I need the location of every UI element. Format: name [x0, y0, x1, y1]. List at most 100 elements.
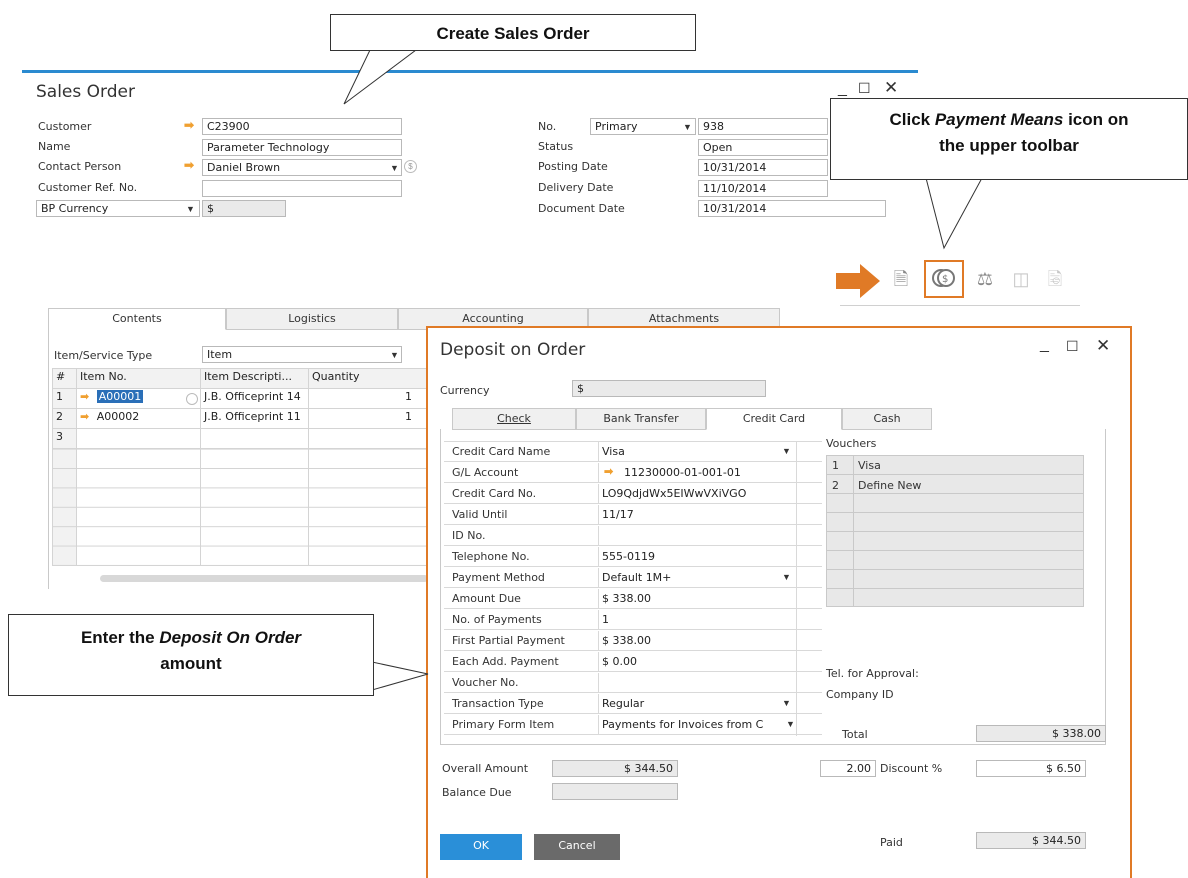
balance-due-label: Balance Due [442, 786, 512, 799]
voucher-row-name[interactable]: Define New [858, 479, 921, 492]
name-field[interactable]: Parameter Technology [202, 139, 402, 156]
no-label: No. [538, 120, 557, 133]
table-row-empty[interactable] [77, 429, 201, 449]
grid-row-description[interactable]: J.B. Officeprint 14 [201, 389, 309, 409]
company-id-label: Company ID [826, 688, 894, 701]
item-link-arrow-icon[interactable]: ➡ [80, 410, 89, 423]
tab-contents[interactable]: Contents [48, 308, 226, 330]
grid-header-quantity: Quantity [309, 369, 427, 389]
paid-field: $ 344.50 [976, 832, 1086, 849]
deposit-maximize-icon[interactable]: ☐ [1066, 338, 1079, 355]
cc-row-card-name[interactable]: Credit Card Name Visa ▼ [444, 442, 822, 462]
tab-cash[interactable]: Cash [842, 408, 932, 430]
customer-ref-field[interactable] [202, 180, 402, 197]
table-row-empty[interactable] [309, 429, 427, 449]
discount-percent-field[interactable]: 2.00 [820, 760, 876, 777]
deposit-callout-pointer [372, 661, 429, 691]
customer-label: Customer [38, 120, 92, 133]
deposit-currency-field: $ [572, 380, 766, 397]
item-type-select[interactable]: Item [202, 346, 402, 363]
primary-form-dropdown-icon[interactable]: ▼ [786, 719, 795, 729]
tab-credit-card[interactable]: Credit Card [706, 408, 842, 430]
item-type-label: Item/Service Type [54, 349, 153, 362]
delivery-date-field[interactable]: 11/10/2014 [698, 180, 828, 197]
balance-scale-icon[interactable]: ⚖ [972, 266, 998, 292]
payment-means-icon[interactable]: $ [930, 266, 956, 292]
payment-callout-line1: Click Payment Means icon on [889, 110, 1129, 129]
cc-row-card-no[interactable]: Credit Card No. LO9QdjdWx5EIWwVXiVGO [444, 484, 822, 504]
grid-row-quantity[interactable]: 1 [309, 409, 427, 429]
grid-scrollbar[interactable] [100, 575, 428, 582]
create-sales-order-callout: Create Sales Order [330, 14, 696, 51]
bp-currency-dropdown-icon[interactable]: ▼ [186, 204, 195, 214]
grid-row-description[interactable]: J.B. Officeprint 11 [201, 409, 309, 429]
voucher-row-name[interactable]: Visa [858, 459, 881, 472]
series-dropdown-icon[interactable]: ▼ [683, 122, 692, 132]
document-date-label: Document Date [538, 202, 625, 215]
customer-field[interactable]: C23900 [202, 118, 402, 135]
cc-row-telephone[interactable]: Telephone No. 555-0119 [444, 547, 822, 567]
posting-date-field[interactable]: 10/31/2014 [698, 159, 828, 176]
status-field[interactable]: Open [698, 139, 828, 156]
deposit-close-icon[interactable]: ✕ [1096, 336, 1110, 356]
search-document-icon[interactable]: 🗟 [1042, 266, 1068, 292]
document-date-field[interactable]: 10/31/2014 [698, 200, 886, 217]
cc-row-id-no[interactable]: ID No. [444, 526, 822, 546]
cc-row-voucher-no[interactable]: Voucher No. [444, 673, 822, 693]
cc-separator [598, 589, 599, 609]
item-no-value[interactable]: A00001 [96, 390, 144, 403]
item-no-value[interactable]: A00002 [97, 410, 140, 423]
item-info-icon[interactable] [186, 393, 198, 405]
table-row-empty[interactable] [201, 429, 309, 449]
cc-row-valid-until[interactable]: Valid Until 11/17 [444, 505, 822, 525]
payment-means-callout: Click Payment Means icon on the upper to… [830, 98, 1188, 180]
window-top-border [22, 70, 918, 73]
cc-row-first-partial[interactable]: First Partial Payment $ 338.00 [444, 631, 822, 651]
gl-link-arrow-icon[interactable]: ➡ [604, 465, 613, 478]
item-type-dropdown-icon[interactable]: ▼ [390, 350, 399, 360]
table-row-item-cell[interactable]: ➡ A00002 [77, 409, 201, 429]
pointer-arrow-icon [836, 264, 880, 298]
bp-currency-select[interactable]: BP Currency [36, 200, 200, 217]
vouchers-grid [826, 455, 1084, 607]
split-view-icon[interactable]: ◫ [1008, 266, 1034, 292]
item-link-arrow-icon[interactable]: ➡ [80, 390, 89, 403]
grid-row-quantity[interactable]: 1 [309, 389, 427, 409]
minimize-icon[interactable]: _ [838, 80, 847, 98]
cc-row-each-add[interactable]: Each Add. Payment $ 0.00 [444, 652, 822, 672]
cc-form-right-border [796, 442, 797, 736]
cc-separator [598, 526, 599, 546]
doc-number-field[interactable]: 938 [698, 118, 828, 135]
discount-amount-field[interactable]: $ 6.50 [976, 760, 1086, 777]
discount-label: Discount % [880, 762, 943, 775]
series-select[interactable]: Primary [590, 118, 696, 135]
close-icon[interactable]: ✕ [884, 78, 898, 98]
maximize-icon[interactable]: ☐ [858, 80, 871, 97]
contact-link-arrow-icon[interactable]: ➡ [184, 158, 194, 172]
cc-row-payment-method[interactable]: Payment Method Default 1M+ ▼ [444, 568, 822, 588]
tab-bank-transfer[interactable]: Bank Transfer [576, 408, 706, 430]
tab-logistics[interactable]: Logistics [226, 308, 398, 330]
grid-header-description: Item Descripti... [201, 369, 309, 389]
payment-callout-line2: the upper toolbar [939, 136, 1079, 155]
delivery-date-label: Delivery Date [538, 181, 614, 194]
cc-row-primary-form-item[interactable]: Primary Form Item Payments for Invoices f… [444, 715, 822, 735]
contact-person-field[interactable]: Daniel Brown [202, 159, 402, 176]
cancel-button[interactable]: Cancel [534, 834, 620, 860]
cc-row-gl-account[interactable]: G/L Account ➡ 11230000-01-001-01 [444, 463, 822, 483]
transaction-type-dropdown-icon[interactable]: ▼ [782, 698, 791, 708]
table-row-item-cell[interactable]: ➡ A00001 [77, 389, 201, 409]
cc-separator [598, 463, 599, 483]
ok-button[interactable]: OK [440, 834, 522, 860]
deposit-minimize-icon[interactable]: _ [1040, 336, 1049, 354]
document-clock-icon[interactable]: 🗎 [888, 266, 914, 292]
card-name-dropdown-icon[interactable]: ▼ [782, 446, 791, 456]
tab-check[interactable]: Check [452, 408, 576, 430]
customer-link-arrow-icon[interactable]: ➡ [184, 118, 194, 132]
cc-row-amount-due[interactable]: Amount Due $ 338.00 [444, 589, 822, 609]
payment-method-dropdown-icon[interactable]: ▼ [782, 572, 791, 582]
cc-row-transaction-type[interactable]: Transaction Type Regular ▼ [444, 694, 822, 714]
contact-dropdown-icon[interactable]: ▼ [390, 163, 399, 173]
contact-info-icon[interactable]: $ [404, 160, 417, 173]
cc-row-num-payments[interactable]: No. of Payments 1 [444, 610, 822, 630]
